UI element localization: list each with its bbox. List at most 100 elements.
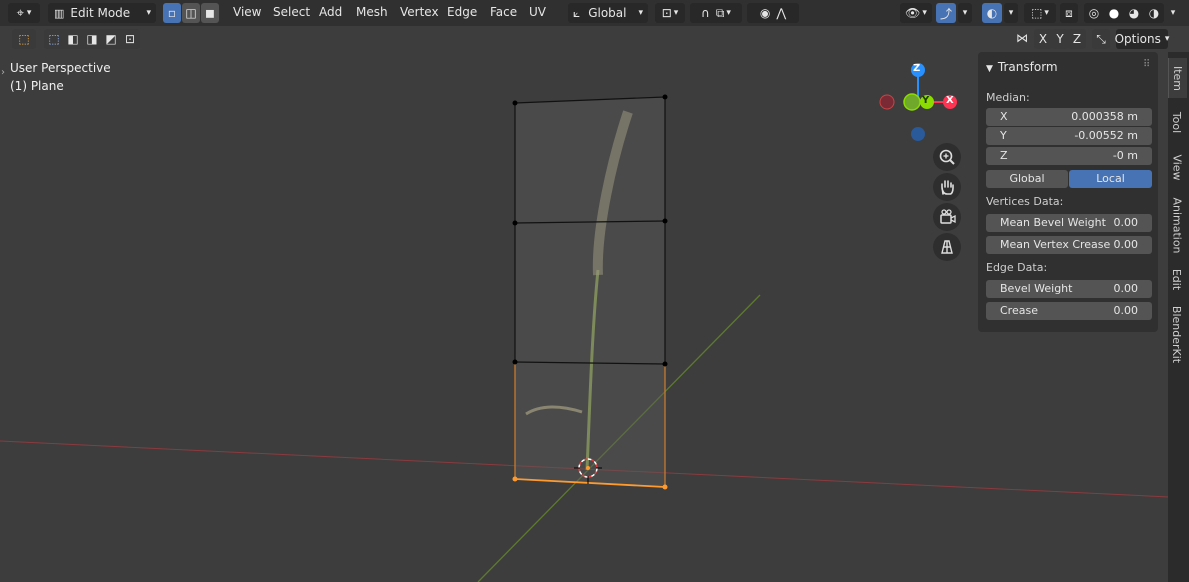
face-select-icon: ◼: [205, 6, 215, 20]
mirror-z-button[interactable]: Z: [1068, 29, 1086, 49]
chevron-down-icon: ▾: [1170, 8, 1176, 18]
proportional-edit-icon: ◉: [759, 6, 771, 20]
global-space-button[interactable]: Global: [986, 170, 1068, 188]
proportional-edit-button[interactable]: ◉ ⋀: [747, 3, 799, 23]
field-label: Crease: [1000, 304, 1038, 317]
menu-mesh[interactable]: Mesh: [356, 5, 388, 19]
mesh-edit-overlay-button[interactable]: ⬚ ▾: [1024, 3, 1056, 23]
menu-edge[interactable]: Edge: [447, 5, 477, 19]
menu-select[interactable]: Select: [273, 5, 310, 19]
menu-add[interactable]: Add: [319, 5, 342, 19]
chevron-down-icon: ▾: [726, 8, 731, 18]
solid-shading-icon[interactable]: ●: [1104, 6, 1124, 20]
wireframe-shading-icon[interactable]: ◎: [1084, 6, 1104, 20]
camera-view-icon[interactable]: [933, 203, 961, 231]
snap-button[interactable]: ∩ ⧉ ▾: [690, 3, 742, 23]
chevron-down-icon: ▾: [1164, 34, 1170, 44]
mirror-y-button[interactable]: Y: [1051, 29, 1069, 49]
gizmo-toggle-button[interactable]: ⤴: [936, 3, 956, 23]
auto-merge-button[interactable]: ⤡: [1092, 29, 1110, 49]
mean-vertex-crease-field[interactable]: Mean Vertex Crease 0.00: [986, 236, 1152, 254]
overlay-toggle-button[interactable]: ◐: [982, 3, 1002, 23]
ortho-grid-icon[interactable]: [933, 233, 961, 261]
select-subtract-icon[interactable]: ◨: [83, 32, 102, 46]
chevron-down-icon: ▾: [638, 8, 643, 18]
field-value: 0.000358 m: [1071, 110, 1138, 123]
field-value: -0.00552 m: [1074, 129, 1138, 142]
options-dropdown[interactable]: Options ▾: [1115, 29, 1170, 49]
pivot-point-button[interactable]: ⊡ ▾: [655, 3, 685, 23]
shading-dropdown[interactable]: ▾: [1166, 3, 1180, 23]
tab-animation[interactable]: Animation: [1168, 190, 1186, 260]
tab-item[interactable]: Item: [1168, 58, 1187, 98]
gizmo-z-label[interactable]: Z: [913, 63, 920, 74]
menu-uv[interactable]: UV: [529, 5, 546, 19]
field-label: Y: [1000, 129, 1007, 142]
gizmo-dropdown[interactable]: ▾: [958, 3, 972, 23]
mirror-x-button[interactable]: X: [1034, 29, 1052, 49]
falloff-curve-icon: ⋀: [776, 6, 787, 20]
median-x-field[interactable]: X 0.000358 m: [986, 108, 1152, 126]
mode-label: Edit Mode: [70, 6, 131, 20]
bevel-weight-field[interactable]: Bevel Weight 0.00: [986, 280, 1152, 298]
zoom-icon[interactable]: [933, 143, 961, 171]
crease-field[interactable]: Crease 0.00: [986, 302, 1152, 320]
mean-bevel-weight-field[interactable]: Mean Bevel Weight 0.00: [986, 214, 1152, 232]
gizmo-icon: ⤴: [939, 6, 952, 21]
select-intersect-icon[interactable]: ⊡: [121, 32, 140, 46]
transform-title: Transform: [997, 60, 1058, 74]
field-label: Mean Vertex Crease: [1000, 238, 1111, 251]
toolbar-expand-icon[interactable]: ›: [1, 67, 5, 78]
field-label: Bevel Weight: [1000, 282, 1073, 295]
select-tool-button[interactable]: ⬚: [12, 29, 36, 49]
pivot-point-icon: ⊡: [661, 6, 672, 20]
eye-icon: 👁: [905, 6, 921, 20]
tab-view[interactable]: View: [1168, 146, 1186, 188]
local-label: Local: [1096, 172, 1125, 185]
transform-orientation-dropdown[interactable]: ⟀ Global ▾: [568, 3, 648, 23]
vertex-select-button[interactable]: ▫: [163, 3, 181, 23]
local-space-button[interactable]: Local: [1069, 170, 1152, 188]
tab-tool[interactable]: Tool: [1168, 100, 1186, 144]
field-value: 0.00: [1113, 304, 1139, 317]
select-new-icon[interactable]: ⬚: [45, 32, 64, 46]
orientation-label: Global: [588, 6, 627, 20]
rendered-shading-icon[interactable]: ◑: [1144, 6, 1164, 20]
transform-panel-header[interactable]: ▼ Transform: [986, 60, 1058, 74]
median-z-field[interactable]: Z -0 m: [986, 147, 1152, 165]
snap-target-icon: ⧉: [715, 5, 725, 20]
editor-type-button[interactable]: ⌖ ▾: [8, 3, 40, 23]
perspective-label: User Perspective: [10, 61, 111, 75]
chevron-down-icon: ▾: [1044, 8, 1049, 18]
select-invert-icon[interactable]: ◩: [102, 32, 121, 46]
gizmo-x-label[interactable]: X: [946, 95, 954, 106]
tab-blenderkit[interactable]: BlenderKit: [1168, 298, 1186, 370]
edge-data-label: Edge Data:: [986, 261, 1048, 274]
magnet-icon: ∩: [701, 6, 710, 20]
gizmo-y-label[interactable]: Y: [922, 95, 929, 106]
tab-edit[interactable]: Edit: [1168, 262, 1186, 296]
shading-buttons: ◎ ● ◕ ◑: [1084, 3, 1164, 23]
overlay-dropdown[interactable]: ▾: [1004, 3, 1018, 23]
chevron-down-icon: ▾: [26, 8, 32, 18]
chevron-down-icon: ▾: [1008, 8, 1014, 18]
visibility-button[interactable]: 👁 ▾: [900, 3, 932, 23]
header-bar: ⌖ ▾ ▥ Edit Mode ▾ ▫ ◫ ◼ View Select Add M…: [0, 0, 1189, 26]
mesh-overlay-icon: ⬚: [1031, 6, 1043, 20]
drag-handle-icon[interactable]: ⠿: [1143, 59, 1150, 70]
median-y-field[interactable]: Y -0.00552 m: [986, 127, 1152, 145]
menu-face[interactable]: Face: [490, 5, 517, 19]
edge-select-button[interactable]: ◫: [182, 3, 200, 23]
select-extend-icon[interactable]: ◧: [64, 32, 83, 46]
tool-settings-bar: ⬚ ⬚ ◧ ◨ ◩ ⊡ ⋈ X Y Z ⤡ Options ▾: [0, 26, 1189, 52]
face-select-button[interactable]: ◼: [201, 3, 219, 23]
field-label: Z: [1000, 149, 1008, 162]
orientation-icon: ⟀: [573, 5, 581, 20]
xray-toggle-button[interactable]: ⧈: [1060, 3, 1078, 23]
field-value: 0.00: [1113, 216, 1139, 229]
menu-vertex[interactable]: Vertex: [400, 5, 439, 19]
mode-dropdown[interactable]: ▥ Edit Mode ▾: [48, 3, 156, 23]
material-shading-icon[interactable]: ◕: [1124, 6, 1144, 20]
pan-hand-icon[interactable]: [933, 173, 961, 201]
menu-view[interactable]: View: [233, 5, 261, 19]
